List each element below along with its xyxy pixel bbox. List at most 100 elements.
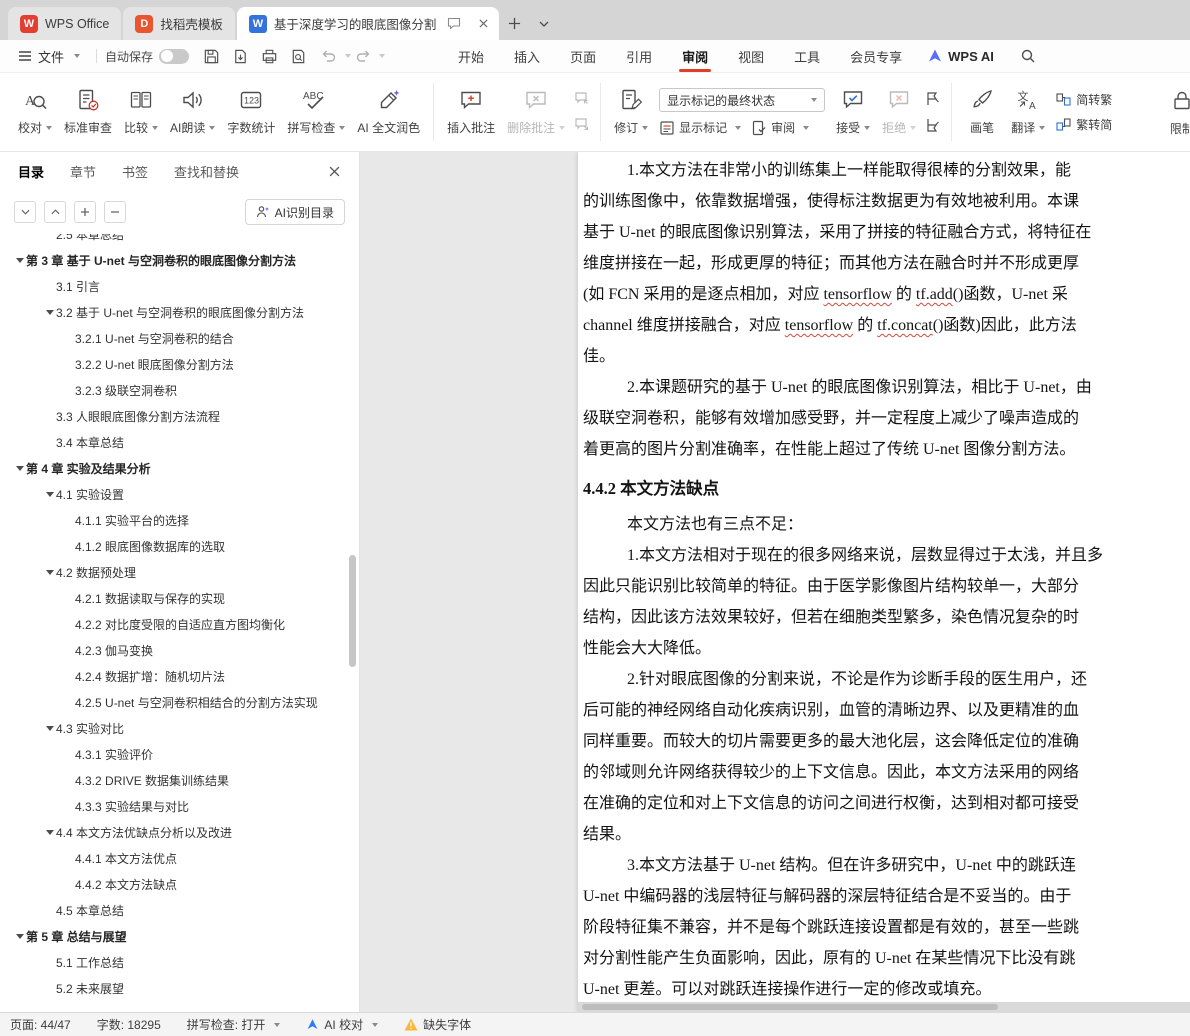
expand-arrow-icon[interactable] [13,934,26,939]
document-page[interactable]: 1.本文方法在非常小的训练集上一样能取得很棒的分割效果，能 的训练图像中，依靠数… [578,152,1190,1012]
expand-arrow-icon[interactable] [43,830,56,835]
sidebar-tab[interactable]: 章节 [70,162,96,181]
horizontal-scrollbar[interactable] [578,1002,1190,1012]
expand-arrow-icon[interactable] [43,310,56,315]
expand-arrow-icon[interactable] [43,570,56,575]
print-icon[interactable] [261,48,278,65]
menu-tab[interactable]: 视图 [728,40,774,73]
toc-item[interactable]: 4.2.4 数据扩增：随机切片法 [0,663,359,689]
toc-item[interactable]: 4.1 实验设置 [0,481,359,507]
toc-item[interactable]: 4.2.2 对比度受限的自适应直方图均衡化 [0,611,359,637]
toc-item[interactable]: 3.2 基于 U-net 与空洞卷积的眼底图像分割方法 [0,299,359,325]
review-button[interactable]: 审阅 [751,119,810,136]
menu-tab[interactable]: 会员专享 [840,40,912,73]
tab-close-icon[interactable] [476,16,491,31]
toc-item[interactable]: 4.2 数据预处理 [0,559,359,585]
close-pane-icon[interactable] [326,163,343,180]
toc-item[interactable]: 3.2.1 U-net 与空洞卷积的结合 [0,325,359,351]
spellcheck-indicator[interactable]: 拼写检查: 打开 [187,1016,281,1033]
toc-item[interactable]: 4.4.2 本文方法缺点 [0,871,359,897]
sidebar-tab[interactable]: 目录 [18,162,44,181]
tab-comment-icon[interactable] [447,17,461,30]
translate-button[interactable]: 文A 翻译 [1005,78,1051,146]
proofread-button[interactable]: A 校对 [12,78,58,146]
toc-item[interactable]: 2.5 本章总结 [0,234,359,247]
toc-item[interactable]: 4.3.3 实验结果与对比 [0,793,359,819]
track-changes-button[interactable]: 修订 [608,78,654,146]
tab-wps-office[interactable]: W WPS Office [8,7,122,40]
toc-item[interactable]: 3.4 本章总结 [0,429,359,455]
toc-item[interactable]: 3.3 人眼眼底图像分割方法流程 [0,403,359,429]
toc-item[interactable]: 4.3.1 实验评价 [0,741,359,767]
toc-item[interactable]: 第 4 章 实验及结果分析 [0,455,359,481]
expand-all-icon[interactable] [44,201,66,223]
autosave-toggle[interactable] [159,48,190,64]
tab-document[interactable]: W 基于深度学习的眼底图像分割 [236,7,500,40]
menu-tab[interactable]: 引用 [616,40,662,73]
missing-font-warning[interactable]: 缺失字体 [404,1016,471,1033]
menu-tab[interactable]: 开始 [448,40,494,73]
toc-item[interactable]: 第 5 章 总结与展望 [0,923,359,949]
show-markup-button[interactable]: 显示标记 [659,119,742,136]
toc-item[interactable]: 3.2.3 级联空洞卷积 [0,377,359,403]
ai-recognize-toc-button[interactable]: AI识别目录 [244,199,345,225]
tab-docer-templates[interactable]: D 找稻壳模板 [123,7,235,40]
search-icon[interactable] [1020,48,1036,64]
toc-item[interactable]: 4.1.1 实验平台的选择 [0,507,359,533]
toc-item[interactable]: 4.4.1 本文方法优点 [0,845,359,871]
tab-list-arrow-icon[interactable] [530,7,558,40]
toc-item[interactable]: 3.1 引言 [0,273,359,299]
insert-comment-button[interactable]: 插入批注 [441,78,501,146]
sidebar-tab[interactable]: 查找和替换 [174,162,239,181]
menu-tab[interactable]: 工具 [784,40,830,73]
ai-read-button[interactable]: AI朗读 [164,78,221,146]
ai-proofread-indicator[interactable]: AI 校对 [306,1016,379,1033]
accept-button[interactable]: 接受 [830,78,876,146]
sidebar-tab[interactable]: 书签 [122,162,148,181]
menu-tab[interactable]: 页面 [560,40,606,73]
standard-review-button[interactable]: 标准审查 [58,78,118,146]
simplified-to-traditional-button[interactable]: 简转繁 [1056,91,1112,108]
ai-polish-button[interactable]: AI 全文润色 [351,78,426,146]
toc-item[interactable]: 4.2.5 U-net 与空洞卷积相结合的分割方法实现 [0,689,359,715]
markup-state-dropdown[interactable]: 显示标记的最终状态 [659,88,826,112]
toc-item[interactable]: 3.2.2 U-net 眼底图像分割方法 [0,351,359,377]
toc-item[interactable]: 4.3 实验对比 [0,715,359,741]
file-menu-button[interactable]: 文件 [10,47,88,66]
menu-tab[interactable]: 审阅 [672,40,718,73]
toc-item[interactable]: 4.4 本文方法优缺点分析以及改进 [0,819,359,845]
new-tab-button[interactable] [499,7,530,40]
previous-change-icon[interactable] [925,91,941,107]
toc-item[interactable]: 第 3 章 基于 U-net 与空洞卷积的眼底图像分割方法 [0,247,359,273]
toc-item[interactable]: 5.1 工作总结 [0,949,359,975]
print-preview-icon[interactable] [290,48,307,65]
save-icon[interactable] [203,48,220,65]
compare-button[interactable]: 比较 [118,78,164,146]
collapse-all-icon[interactable] [14,201,36,223]
restrict-edit-button[interactable]: 限制编辑 [1164,79,1190,147]
expand-arrow-icon[interactable] [43,726,56,731]
toc-item[interactable]: 4.3.2 DRIVE 数据集训练结果 [0,767,359,793]
zoom-out-icon[interactable] [104,201,126,223]
expand-arrow-icon[interactable] [43,492,56,497]
menu-tab-wps-ai[interactable]: WPS AI [927,48,994,64]
expand-arrow-icon[interactable] [13,258,26,263]
word-count-button[interactable]: 123 字数统计 [221,78,281,146]
page-indicator[interactable]: 页面: 44/47 [10,1016,71,1033]
traditional-to-simplified-button[interactable]: 繁转简 [1056,116,1112,133]
toc-item[interactable]: 4.2.3 伽马变换 [0,637,359,663]
menu-tab[interactable]: 插入 [504,40,550,73]
sidebar-scrollbar[interactable] [349,555,356,667]
word-count-indicator[interactable]: 字数: 18295 [97,1016,161,1033]
expand-arrow-icon[interactable] [13,466,26,471]
zoom-in-icon[interactable] [74,201,96,223]
toc-item[interactable]: 5.2 未来展望 [0,975,359,1001]
next-change-icon[interactable] [925,117,941,133]
toc-item[interactable]: 4.2.1 数据读取与保存的实现 [0,585,359,611]
export-pdf-icon[interactable] [232,48,249,65]
toc-item[interactable]: 4.1.2 眼底图像数据库的选取 [0,533,359,559]
file-caret-icon [74,54,81,58]
brush-button[interactable]: 画笔 [959,78,1005,146]
toc-item[interactable]: 4.5 本章总结 [0,897,359,923]
spell-check-button[interactable]: ABC 拼写检查 [281,78,351,146]
